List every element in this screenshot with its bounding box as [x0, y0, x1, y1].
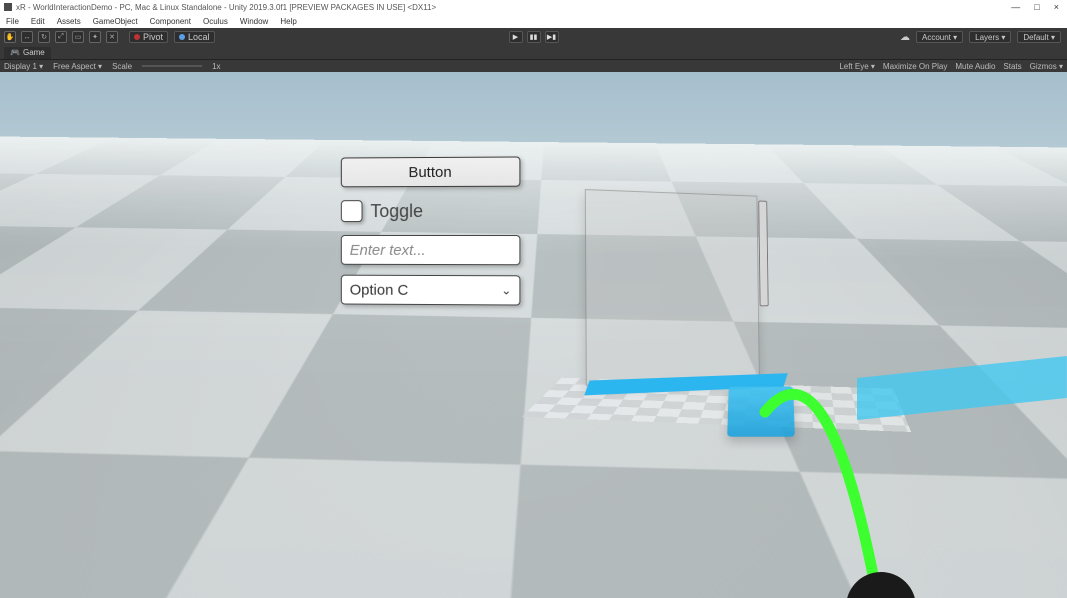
menu-oculus[interactable]: Oculus	[203, 17, 228, 26]
menu-file[interactable]: File	[6, 17, 19, 26]
world-toggle[interactable]: Toggle	[341, 197, 521, 225]
scale-slider[interactable]	[142, 65, 202, 67]
stats-toggle[interactable]: Stats	[1003, 62, 1021, 71]
close-button[interactable]: ×	[1054, 0, 1059, 14]
tab-game-label: Game	[23, 48, 45, 57]
glass-panel-object	[585, 189, 760, 386]
transform-tool-icon[interactable]: ✦	[89, 31, 101, 43]
step-button[interactable]: ▶▮	[545, 31, 559, 43]
scale-label: Scale	[112, 62, 132, 71]
menu-help[interactable]: Help	[280, 17, 296, 26]
move-tool-icon[interactable]: ↔	[21, 31, 33, 43]
pivot-dot-icon	[134, 34, 140, 40]
mute-toggle[interactable]: Mute Audio	[955, 62, 995, 71]
rotate-tool-icon[interactable]: ↻	[38, 31, 50, 43]
world-ui-panel: Button Toggle Enter text... Option C ⌄	[341, 156, 521, 305]
scale-tool-icon[interactable]: ⤢	[55, 31, 67, 43]
pivot-label: Pivot	[143, 32, 163, 42]
pause-button[interactable]: ▮▮	[527, 31, 541, 43]
menu-edit[interactable]: Edit	[31, 17, 45, 26]
gameview-header: Display 1 ▾ Free Aspect ▾ Scale 1x Left …	[0, 59, 1067, 72]
play-controls: ▶ ▮▮ ▶▮	[509, 31, 559, 43]
layout-dropdown[interactable]: Default ▾	[1017, 31, 1061, 43]
pivot-toggle[interactable]: Pivot	[129, 31, 168, 43]
layers-dropdown[interactable]: Layers ▾	[969, 31, 1011, 43]
panel-scrollbar	[758, 201, 768, 307]
aspect-dropdown[interactable]: Free Aspect ▾	[53, 62, 102, 71]
toolbar: ✋ ↔ ↻ ⤢ ▭ ✦ ✕ Pivot Local ▶ ▮▮ ▶▮ ☁ Acco…	[0, 28, 1067, 46]
window-titlebar: xR - WorldInteractionDemo - PC, Mac & Li…	[0, 0, 1067, 14]
local-dot-icon	[179, 34, 185, 40]
menubar: File Edit Assets GameObject Component Oc…	[0, 14, 1067, 28]
menu-window[interactable]: Window	[240, 17, 268, 26]
eye-dropdown[interactable]: Left Eye ▾	[839, 62, 875, 71]
game-icon: 🎮	[10, 48, 20, 57]
game-viewport[interactable]: Button Toggle Enter text... Option C ⌄	[0, 72, 1067, 598]
minimize-button[interactable]: —	[1011, 0, 1020, 14]
world-text-input[interactable]: Enter text...	[341, 235, 521, 265]
maximize-toggle[interactable]: Maximize On Play	[883, 62, 947, 71]
teleport-marker	[727, 386, 795, 436]
toggle-checkbox[interactable]	[341, 200, 363, 222]
maximize-button[interactable]: □	[1034, 0, 1039, 14]
toggle-label: Toggle	[370, 201, 423, 222]
account-dropdown[interactable]: Account ▾	[916, 31, 963, 43]
world-dropdown[interactable]: Option C ⌄	[341, 275, 521, 306]
input-placeholder: Enter text...	[350, 241, 426, 258]
window-title: xR - WorldInteractionDemo - PC, Mac & Li…	[16, 3, 436, 12]
local-label: Local	[188, 32, 210, 42]
world-button-label: Button	[408, 163, 451, 180]
hand-tool-icon[interactable]: ✋	[4, 31, 16, 43]
custom-tool-icon[interactable]: ✕	[106, 31, 118, 43]
app-icon	[4, 3, 12, 11]
collab-icon[interactable]: ☁	[900, 32, 910, 43]
display-dropdown[interactable]: Display 1 ▾	[4, 62, 43, 71]
menu-gameobject[interactable]: GameObject	[93, 17, 138, 26]
tab-strip: 🎮 Game	[0, 46, 1067, 59]
scale-value: 1x	[212, 62, 220, 71]
menu-component[interactable]: Component	[150, 17, 191, 26]
world-button[interactable]: Button	[341, 156, 521, 187]
local-toggle[interactable]: Local	[174, 31, 215, 43]
tab-game[interactable]: 🎮 Game	[4, 47, 51, 59]
gizmos-dropdown[interactable]: Gizmos ▾	[1030, 62, 1063, 71]
menu-assets[interactable]: Assets	[57, 17, 81, 26]
play-button[interactable]: ▶	[509, 31, 523, 43]
dropdown-value: Option C	[350, 281, 409, 298]
rect-tool-icon[interactable]: ▭	[72, 31, 84, 43]
chevron-down-icon: ⌄	[501, 283, 511, 297]
